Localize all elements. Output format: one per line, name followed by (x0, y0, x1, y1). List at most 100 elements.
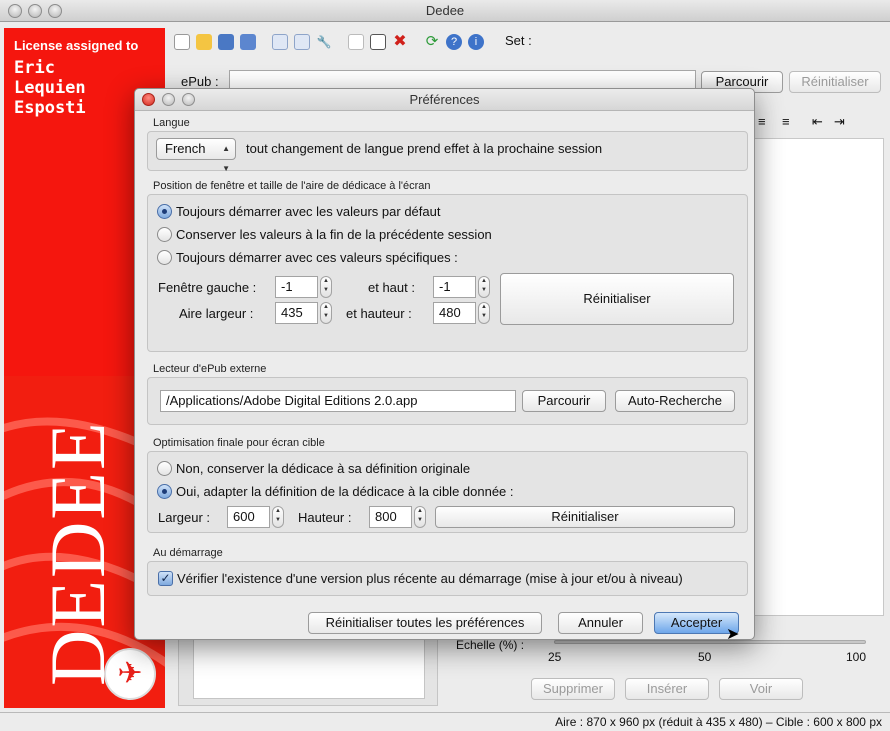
thumbnail-area[interactable] (193, 635, 425, 699)
optimization-section-label: Optimisation finale pour écran cible (153, 437, 325, 449)
dialog-titlebar: Préférences (135, 89, 754, 111)
close-window-button[interactable] (8, 4, 22, 18)
mouse-cursor-icon: ➤ (726, 626, 740, 643)
scale-tick-25: 25 (548, 650, 562, 664)
epub-reset-button[interactable]: Réinitialiser (789, 71, 881, 93)
view-button[interactable]: Voir (719, 678, 803, 700)
window-position-section-label: Position de fenêtre et taille de l'aire … (153, 180, 431, 192)
area-width-input[interactable]: 435 (275, 302, 318, 324)
area-height-stepper[interactable]: ▲ ▼ (478, 302, 490, 324)
dedee-banner-text: DEDEE (34, 420, 121, 686)
scale-tick-50: 50 (698, 650, 712, 664)
radio-specific-values-label: Toujours démarrer avec ces valeurs spéci… (176, 250, 458, 265)
radio-keep-original-definition-label: Non, conserver la dédicace à sa définiti… (176, 461, 471, 476)
window-icon[interactable] (370, 34, 386, 50)
check-updates-label: Vérifier l'existence d'une version plus … (177, 571, 683, 586)
area-height-input[interactable]: 480 (433, 302, 476, 324)
epub-label: ePub : (181, 74, 219, 89)
dedication-preview-area[interactable] (752, 138, 884, 616)
dialog-close-button[interactable] (142, 93, 155, 106)
external-reader-path-input[interactable]: /Applications/Adobe Digital Editions 2.0… (160, 390, 516, 412)
language-note: tout changement de langue prend effet à … (246, 141, 603, 156)
save-icon[interactable] (218, 34, 234, 50)
open-folder-icon[interactable] (196, 34, 212, 50)
window-left-input[interactable]: -1 (275, 276, 318, 298)
status-bar: Aire : 870 x 960 px (réduit à 435 x 480)… (0, 712, 890, 731)
align-center-icon[interactable]: ≡ (758, 114, 766, 129)
startup-group: ✓ Vérifier l'existence d'une version plu… (147, 561, 748, 596)
window-top-stepper[interactable]: ▲ ▼ (478, 276, 490, 298)
preferences-dialog: Préférences Langue French ▲ ▼ tout change… (134, 88, 755, 640)
scale-slider[interactable] (554, 640, 866, 644)
window-title: Dedee (425, 3, 465, 18)
wrench-icon[interactable]: 🔧 (316, 34, 332, 50)
external-reader-section-label: Lecteur d'ePub externe (153, 363, 267, 375)
dedee-logo-icon: ✈ (104, 648, 156, 700)
reset-all-preferences-button[interactable]: Réinitialiser toutes les préférences (308, 612, 542, 634)
auto-search-button[interactable]: Auto-Recherche (615, 390, 735, 412)
info-icon[interactable]: i (468, 34, 484, 50)
language-select[interactable]: French ▲ ▼ (156, 138, 236, 173)
copy-icon[interactable] (272, 34, 288, 50)
radio-default-values[interactable] (157, 204, 172, 219)
radio-default-values-label: Toujours démarrer avec les valeurs par d… (176, 204, 441, 219)
radio-keep-last-session-label: Conserver les valeurs à la fin de la pré… (176, 227, 492, 242)
license-name-line-1: Eric (14, 58, 55, 78)
paste-icon[interactable] (294, 34, 310, 50)
radio-keep-last-session[interactable] (157, 227, 172, 242)
target-width-input[interactable]: 600 (227, 506, 270, 528)
insert-button[interactable]: Insérer (625, 678, 709, 700)
scale-tick-100: 100 (846, 650, 867, 664)
window-titlebar: Dedee (0, 0, 890, 22)
area-width-stepper[interactable]: ▲ ▼ (320, 302, 332, 324)
radio-adapt-definition[interactable] (157, 484, 172, 499)
edit-icon[interactable] (348, 34, 364, 50)
help-icon[interactable]: ? (446, 34, 462, 50)
cancel-button[interactable]: Annuler (558, 612, 643, 634)
radio-keep-original-definition[interactable] (157, 461, 172, 476)
target-width-label: Largeur : (158, 510, 211, 525)
indent-decrease-icon[interactable]: ⇤ (812, 114, 823, 130)
language-section-label: Langue (153, 117, 190, 129)
dialog-minimize-button[interactable] (162, 93, 175, 106)
area-width-label: Aire largeur : (179, 306, 254, 321)
optimization-reset-button[interactable]: Réinitialiser (435, 506, 735, 528)
target-width-stepper[interactable]: ▲ ▼ (272, 506, 284, 528)
delete-button[interactable]: Supprimer (531, 678, 615, 700)
check-updates-checkbox[interactable]: ✓ (158, 571, 173, 586)
radio-specific-values[interactable] (157, 250, 172, 265)
new-document-icon[interactable] (174, 34, 190, 50)
minimize-window-button[interactable] (28, 4, 42, 18)
window-left-stepper[interactable]: ▲ ▼ (320, 276, 332, 298)
license-name-line-2: Lequien (14, 78, 86, 98)
indent-increase-icon[interactable]: ⇥ (834, 114, 845, 130)
external-reader-group: /Applications/Adobe Digital Editions 2.0… (147, 377, 748, 425)
startup-section-label: Au démarrage (153, 547, 223, 559)
delete-icon[interactable]: ✖ (392, 34, 408, 50)
refresh-icon[interactable]: ⟳ (424, 34, 440, 50)
license-name-line-3: Esposti (14, 98, 86, 118)
area-height-label: et hauteur : (346, 306, 412, 321)
target-height-label: Hauteur : (298, 510, 352, 525)
select-arrows-icon: ▲ ▼ (222, 144, 230, 173)
dialog-title: Préférences (409, 92, 480, 107)
window-left-label: Fenêtre gauche : (158, 280, 257, 295)
target-height-stepper[interactable]: ▲ ▼ (414, 506, 426, 528)
dialog-zoom-button[interactable] (182, 93, 195, 106)
license-label: License assigned to (14, 38, 139, 53)
external-reader-browse-button[interactable]: Parcourir (522, 390, 606, 412)
target-height-input[interactable]: 800 (369, 506, 412, 528)
align-right-icon[interactable]: ≡ (782, 114, 790, 129)
language-select-value: French (165, 141, 206, 156)
zoom-window-button[interactable] (48, 4, 62, 18)
window-top-input[interactable]: -1 (433, 276, 476, 298)
save-all-icon[interactable] (240, 34, 256, 50)
language-group: French ▲ ▼ tout changement de langue pren… (147, 131, 748, 173)
scale-label: Echelle (%) : (456, 638, 525, 652)
optimization-group: Non, conserver la dédicace à sa définiti… (147, 451, 748, 533)
window-top-label: et haut : (368, 280, 415, 295)
window-position-reset-button[interactable]: Réinitialiser (500, 273, 734, 325)
set-label: Set : (505, 33, 532, 48)
thumbnail-panel (178, 635, 438, 706)
window-position-group: Toujours démarrer avec les valeurs par d… (147, 194, 748, 352)
